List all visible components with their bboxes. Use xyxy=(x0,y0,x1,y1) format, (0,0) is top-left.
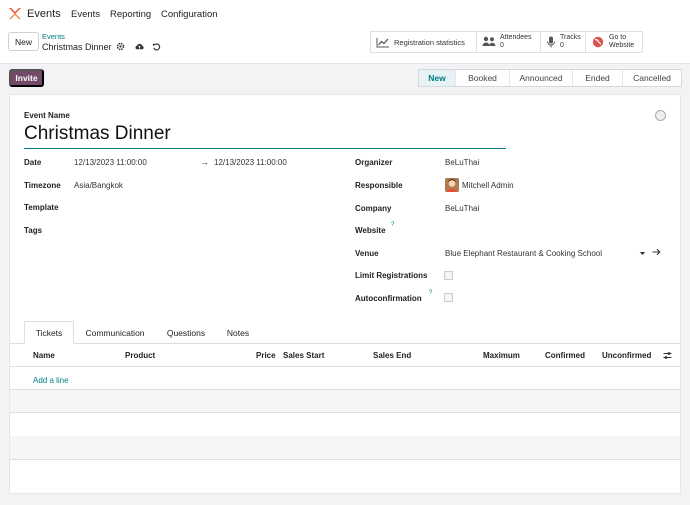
breadcrumb-events[interactable]: Events xyxy=(42,32,65,41)
responsible-label: Responsible xyxy=(355,181,403,190)
col-maximum[interactable]: Maximum xyxy=(483,351,520,360)
website-label-line1: Go to xyxy=(609,34,627,41)
stage-booked[interactable]: Booked xyxy=(456,70,510,86)
date-start-input[interactable]: 12/13/2023 11:00:00 xyxy=(74,158,147,167)
company-input[interactable]: BeLuThai xyxy=(445,204,479,213)
template-label: Template xyxy=(24,203,59,212)
stage-ended[interactable]: Ended xyxy=(573,70,623,86)
gear-icon[interactable] xyxy=(116,42,125,51)
website-label-line2: Website xyxy=(609,42,635,49)
undo-icon[interactable] xyxy=(152,42,161,51)
venue-label: Venue xyxy=(355,249,379,258)
optional-columns-icon[interactable] xyxy=(663,351,672,362)
autoconfirmation-label: Autoconfirmation xyxy=(355,294,422,303)
col-unconfirmed[interactable]: Unconfirmed xyxy=(602,351,651,360)
col-confirmed[interactable]: Confirmed xyxy=(545,351,585,360)
template-input[interactable] xyxy=(74,201,274,213)
organizer-label: Organizer xyxy=(355,158,393,167)
company-label: Company xyxy=(355,204,392,213)
tab-questions[interactable]: Questions xyxy=(156,321,216,344)
table-row xyxy=(10,436,680,459)
tab-communication[interactable]: Communication xyxy=(74,321,156,344)
new-button[interactable]: New xyxy=(8,32,39,51)
venue-dropdown-icon[interactable] xyxy=(639,249,646,259)
events-app-icon[interactable] xyxy=(8,7,22,20)
event-name-input[interactable]: Christmas Dinner xyxy=(24,123,506,149)
col-name[interactable]: Name xyxy=(33,351,55,360)
table-row xyxy=(10,390,680,412)
menu-reporting[interactable]: Reporting xyxy=(110,9,151,20)
table-bottom-border xyxy=(10,459,680,460)
col-sales-end[interactable]: Sales End xyxy=(373,351,411,360)
form-sheet: Event Name Christmas Dinner Date 12/13/2… xyxy=(9,94,681,494)
add-a-line-link[interactable]: Add a line xyxy=(33,376,69,385)
col-sales-start[interactable]: Sales Start xyxy=(283,351,324,360)
kanban-state-icon[interactable] xyxy=(655,110,666,121)
col-price[interactable]: Price xyxy=(256,351,276,360)
avatar xyxy=(445,178,459,192)
app-name[interactable]: Events xyxy=(27,8,61,20)
attendees-count: 0 xyxy=(500,42,504,49)
tags-input[interactable] xyxy=(74,224,274,236)
menu-configuration[interactable]: Configuration xyxy=(161,9,218,20)
venue-input[interactable]: Blue Elephant Restaurant & Cooking Schoo… xyxy=(445,249,602,258)
menu-events[interactable]: Events xyxy=(71,9,100,20)
limit-registrations-label: Limit Registrations xyxy=(355,271,428,280)
autoconfirmation-checkbox[interactable] xyxy=(444,293,453,302)
line-chart-icon xyxy=(376,36,390,48)
date-label: Date xyxy=(24,158,42,167)
autoconfirmation-help-icon[interactable]: ? xyxy=(429,290,432,296)
timezone-label: Timezone xyxy=(24,181,61,190)
invite-button[interactable]: Invite xyxy=(9,69,44,87)
top-navbar: Events Events Reporting Configuration xyxy=(0,0,690,28)
limit-registrations-checkbox[interactable] xyxy=(444,271,453,280)
stage-cancelled[interactable]: Cancelled xyxy=(623,70,681,86)
website-help-icon[interactable]: ? xyxy=(391,222,394,228)
attendees-button[interactable]: Attendees 0 xyxy=(477,32,541,52)
table-row-divider xyxy=(10,412,680,413)
event-name-label: Event Name xyxy=(24,111,70,120)
attendees-label: Attendees xyxy=(500,34,532,41)
tracks-button[interactable]: Tracks 0 xyxy=(541,32,586,52)
date-end-input[interactable]: 12/13/2023 11:00:00 xyxy=(214,158,287,167)
responsible-input[interactable]: Mitchell Admin xyxy=(462,181,514,190)
tags-label: Tags xyxy=(24,226,43,235)
breadcrumb-current: Christmas Dinner xyxy=(42,42,112,52)
website-label: Website xyxy=(355,226,386,235)
tickets-table-header: Name Product Price Sales Start Sales End… xyxy=(10,345,680,367)
go-to-website-button[interactable]: Go to Website xyxy=(586,32,642,52)
stage-announced[interactable]: Announced xyxy=(510,70,573,86)
status-row: Invite New Booked Announced Ended Cancel… xyxy=(0,64,690,92)
stage-statusbar: New Booked Announced Ended Cancelled xyxy=(418,69,682,87)
stage-new[interactable]: New xyxy=(419,70,456,86)
microphone-icon xyxy=(546,36,556,48)
tab-tickets[interactable]: Tickets xyxy=(24,321,74,344)
notebook-tabs: Tickets Communication Questions Notes xyxy=(24,321,260,344)
tracks-count: 0 xyxy=(560,42,564,49)
users-icon xyxy=(482,36,496,48)
date-range-arrow: → xyxy=(200,157,209,167)
website-input[interactable] xyxy=(445,224,665,236)
registration-statistics-label: Registration statistics xyxy=(394,37,465,47)
smart-buttons: Registration statistics Attendees 0 Track… xyxy=(370,31,643,53)
tab-notes[interactable]: Notes xyxy=(216,321,260,344)
registration-statistics-button[interactable]: Registration statistics xyxy=(371,32,477,52)
venue-open-arrow-icon[interactable] xyxy=(652,248,661,258)
globe-icon xyxy=(591,36,605,48)
cloud-upload-icon[interactable] xyxy=(135,42,144,51)
col-product[interactable]: Product xyxy=(125,351,155,360)
timezone-select[interactable]: Asia/Bangkok xyxy=(74,181,123,190)
control-panel: New Events Christmas Dinner Registration… xyxy=(0,28,690,64)
tracks-label: Tracks xyxy=(560,34,581,41)
organizer-input[interactable]: BeLuThai xyxy=(445,158,479,167)
